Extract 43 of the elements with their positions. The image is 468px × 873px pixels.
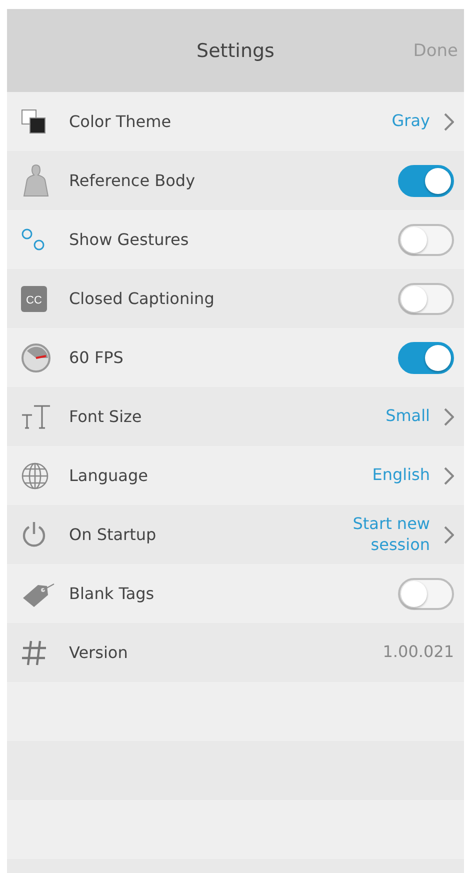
setting-value: Small xyxy=(384,406,430,427)
chevron-icon xyxy=(444,466,454,484)
settings-row[interactable]: Font Size Small xyxy=(7,387,464,446)
settings-row[interactable]: On Startup Start new session xyxy=(7,505,464,564)
chevron-icon xyxy=(444,408,454,426)
settings-row[interactable]: Color Theme Gray xyxy=(7,92,464,151)
settings-row[interactable]: 60 FPS xyxy=(7,328,464,387)
font-size-icon xyxy=(21,404,51,428)
setting-label: Font Size xyxy=(69,407,143,426)
settings-row[interactable]: Blank Tags xyxy=(7,564,464,623)
hash-icon xyxy=(21,640,47,666)
setting-label: Reference Body xyxy=(69,171,196,190)
chevron-icon xyxy=(444,526,454,544)
chevron-icon xyxy=(444,112,454,130)
settings-row[interactable]: CC Closed Captioning xyxy=(7,269,464,328)
settings-row[interactable]: Show Gestures xyxy=(7,210,464,269)
toggle-switch[interactable] xyxy=(398,224,454,256)
setting-label: Blank Tags xyxy=(69,584,156,603)
setting-value: Start new session xyxy=(352,514,430,556)
version-number: 1.00.021 xyxy=(382,642,454,663)
color-squares-icon xyxy=(21,108,47,134)
setting-value: Gray xyxy=(390,111,430,132)
circles-icon xyxy=(21,228,47,252)
screen-title: Settings xyxy=(196,40,274,62)
settings-row[interactable]: Language English xyxy=(7,446,464,505)
setting-label: Show Gestures xyxy=(69,230,190,249)
toggle-switch[interactable] xyxy=(398,342,454,374)
power-icon xyxy=(21,520,47,548)
settings-row[interactable]: Reference Body xyxy=(7,151,464,210)
body-silhouette-icon xyxy=(21,164,51,198)
toggle-switch[interactable] xyxy=(398,578,454,610)
setting-label: Closed Captioning xyxy=(69,289,216,308)
setting-value: English xyxy=(371,465,430,486)
setting-label: Version xyxy=(69,643,129,662)
setting-label: Language xyxy=(69,466,149,485)
setting-label: Color Theme xyxy=(69,112,172,131)
setting-label: 60 FPS xyxy=(69,348,124,367)
toggle-switch[interactable] xyxy=(398,282,454,314)
cc-icon: CC xyxy=(21,286,47,312)
toggle-switch[interactable] xyxy=(398,164,454,196)
setting-label: On Startup xyxy=(69,525,158,544)
globe-icon xyxy=(21,462,49,490)
gauge-icon xyxy=(21,342,51,372)
